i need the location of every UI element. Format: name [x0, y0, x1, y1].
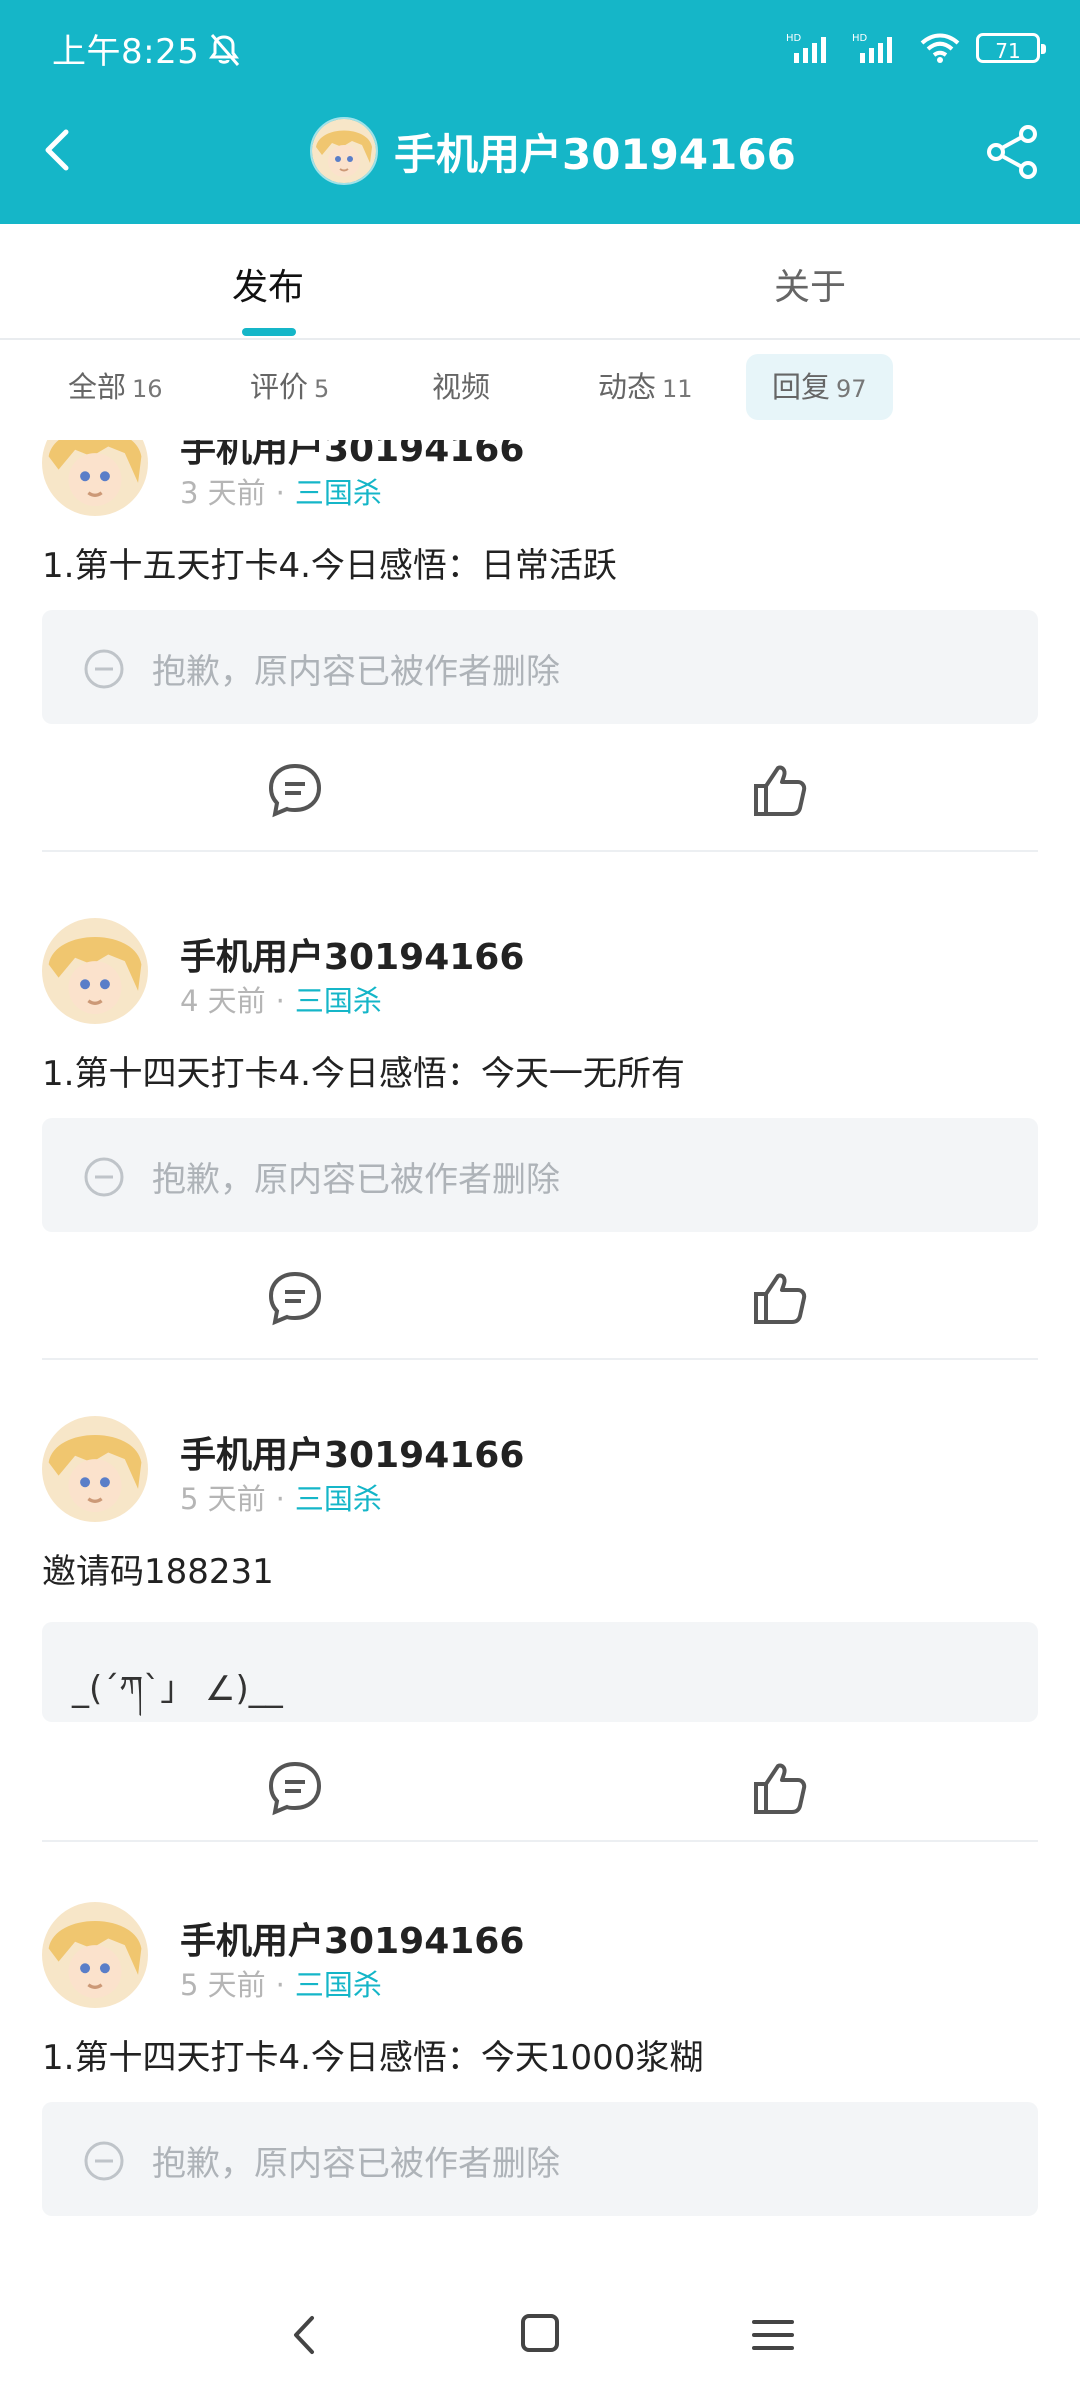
- like-icon[interactable]: [752, 762, 808, 818]
- comment-icon[interactable]: [267, 1270, 323, 1326]
- meta-separator: ·: [275, 476, 285, 510]
- quoted-content[interactable]: 抱歉，原内容已被作者删除: [42, 2102, 1038, 2216]
- meta-separator: ·: [275, 1968, 285, 2002]
- post-content[interactable]: 1.第十四天打卡4.今日感悟：今天一无所有: [42, 1046, 685, 1095]
- header: 上午8:25 HD HD 71 手机用户30194166: [0, 0, 1080, 224]
- comment-icon[interactable]: [267, 1760, 323, 1816]
- system-nav-bar: [0, 2270, 1080, 2400]
- game-tag[interactable]: 三国杀: [295, 476, 382, 510]
- signal-icon: HD: [786, 33, 826, 63]
- game-tag[interactable]: 三国杀: [295, 1968, 382, 2002]
- meta-separator: ·: [275, 1482, 285, 1516]
- nav-back-icon[interactable]: [280, 2310, 330, 2360]
- filter-label: 回复: [772, 370, 831, 404]
- page-title: 手机用户30194166: [394, 129, 796, 179]
- share-icon[interactable]: [984, 124, 1040, 180]
- quote-text: 抱歉，原内容已被作者删除: [152, 1160, 560, 1200]
- post-actions: [42, 752, 1038, 842]
- nav-home-icon[interactable]: [515, 2308, 565, 2358]
- avatar[interactable]: [42, 918, 148, 1024]
- quote-text: 抱歉，原内容已被作者删除: [152, 652, 560, 692]
- post-meta: 4 天前 · 三国杀: [180, 978, 382, 1020]
- divider: [42, 1840, 1038, 1842]
- username[interactable]: 手机用户30194166: [180, 440, 524, 472]
- meta-separator: ·: [275, 984, 285, 1018]
- status-time: 上午8:25: [52, 32, 200, 72]
- deleted-icon: [84, 2141, 124, 2181]
- divider: [42, 1358, 1038, 1360]
- like-icon[interactable]: [752, 1270, 808, 1326]
- post-content[interactable]: 1.第十五天打卡4.今日感悟：日常活跃: [42, 538, 617, 587]
- post-meta: 5 天前 · 三国杀: [180, 1962, 382, 2004]
- post-time: 3 天前: [180, 476, 266, 510]
- status-right: HD HD 71: [786, 26, 1046, 70]
- avatar: [310, 117, 378, 185]
- avatar[interactable]: [42, 1902, 148, 2008]
- mute-icon: [209, 34, 240, 66]
- filter-reply[interactable]: 回复 97: [746, 354, 893, 420]
- like-icon[interactable]: [752, 1760, 808, 1816]
- username[interactable]: 手机用户30194166: [180, 928, 524, 980]
- filter-bar: 全部 16 评价 5 视频 动态 11 回复 97: [0, 340, 1080, 440]
- divider: [42, 850, 1038, 852]
- quoted-content[interactable]: 抱歉，原内容已被作者删除: [42, 610, 1038, 724]
- svg-text:HD: HD: [786, 33, 802, 44]
- tab-indicator: [242, 328, 296, 336]
- filter-label: 动态: [598, 370, 657, 404]
- post-actions: [42, 1260, 1038, 1350]
- profile-tabs: 发布 关于: [0, 224, 1080, 340]
- signal-2-icon: HD: [852, 33, 892, 63]
- quoted-content[interactable]: _(´ཀ`」 ∠)__: [42, 1622, 1038, 1722]
- filter-all[interactable]: 全部 16: [68, 354, 163, 420]
- filter-label: 评价: [250, 370, 309, 404]
- post-content[interactable]: 邀请码188231: [42, 1544, 274, 1593]
- filter-count: 97: [836, 375, 867, 403]
- battery-indicator: 71: [976, 33, 1046, 63]
- status-bar: 上午8:25 HD HD 71: [0, 0, 1080, 96]
- wifi-icon: [920, 33, 960, 63]
- post-actions: [42, 1750, 1038, 1840]
- filter-count: 11: [662, 375, 693, 403]
- filter-video[interactable]: 视频: [432, 354, 490, 420]
- avatar[interactable]: [42, 440, 148, 516]
- post-meta: 5 天前 · 三国杀: [180, 1476, 382, 1518]
- reply-feed: 手机用户30194166 3 天前 · 三国杀 1.第十五天打卡4.今日感悟：日常活…: [0, 440, 1080, 2270]
- svg-text:HD: HD: [852, 33, 868, 44]
- game-tag[interactable]: 三国杀: [295, 1482, 382, 1516]
- game-tag[interactable]: 三国杀: [295, 984, 382, 1018]
- filter-label: 视频: [432, 370, 491, 404]
- comment-icon[interactable]: [267, 762, 323, 818]
- filter-count: 16: [132, 375, 163, 403]
- back-icon[interactable]: [36, 120, 84, 180]
- quote-text: 抱歉，原内容已被作者删除: [152, 2144, 560, 2184]
- username[interactable]: 手机用户30194166: [180, 1912, 524, 1964]
- filter-count: 5: [314, 375, 330, 403]
- username[interactable]: 手机用户30194166: [180, 1426, 524, 1478]
- filter-review[interactable]: 评价 5: [250, 354, 329, 420]
- title-bar: 手机用户30194166: [0, 96, 1080, 206]
- post-time: 4 天前: [180, 984, 266, 1018]
- post-time: 5 天前: [180, 1482, 266, 1516]
- nav-menu-icon[interactable]: [748, 2310, 798, 2360]
- post-meta: 3 天前 · 三国杀: [180, 470, 382, 512]
- filter-dynamic[interactable]: 动态 11: [598, 354, 693, 420]
- quote-text: _(´ཀ`」 ∠)__: [72, 1669, 283, 1709]
- profile-title[interactable]: 手机用户30194166: [310, 116, 796, 186]
- deleted-icon: [84, 1157, 124, 1197]
- quoted-content[interactable]: 抱歉，原内容已被作者删除: [42, 1118, 1038, 1232]
- avatar[interactable]: [42, 1416, 148, 1522]
- filter-label: 全部: [68, 370, 127, 404]
- deleted-icon: [84, 649, 124, 689]
- tab-publish[interactable]: 发布: [232, 258, 304, 310]
- post-time: 5 天前: [180, 1968, 266, 2002]
- post-content[interactable]: 1.第十四天打卡4.今日感悟：今天1000浆糊: [42, 2030, 703, 2079]
- tab-about[interactable]: 关于: [774, 258, 846, 310]
